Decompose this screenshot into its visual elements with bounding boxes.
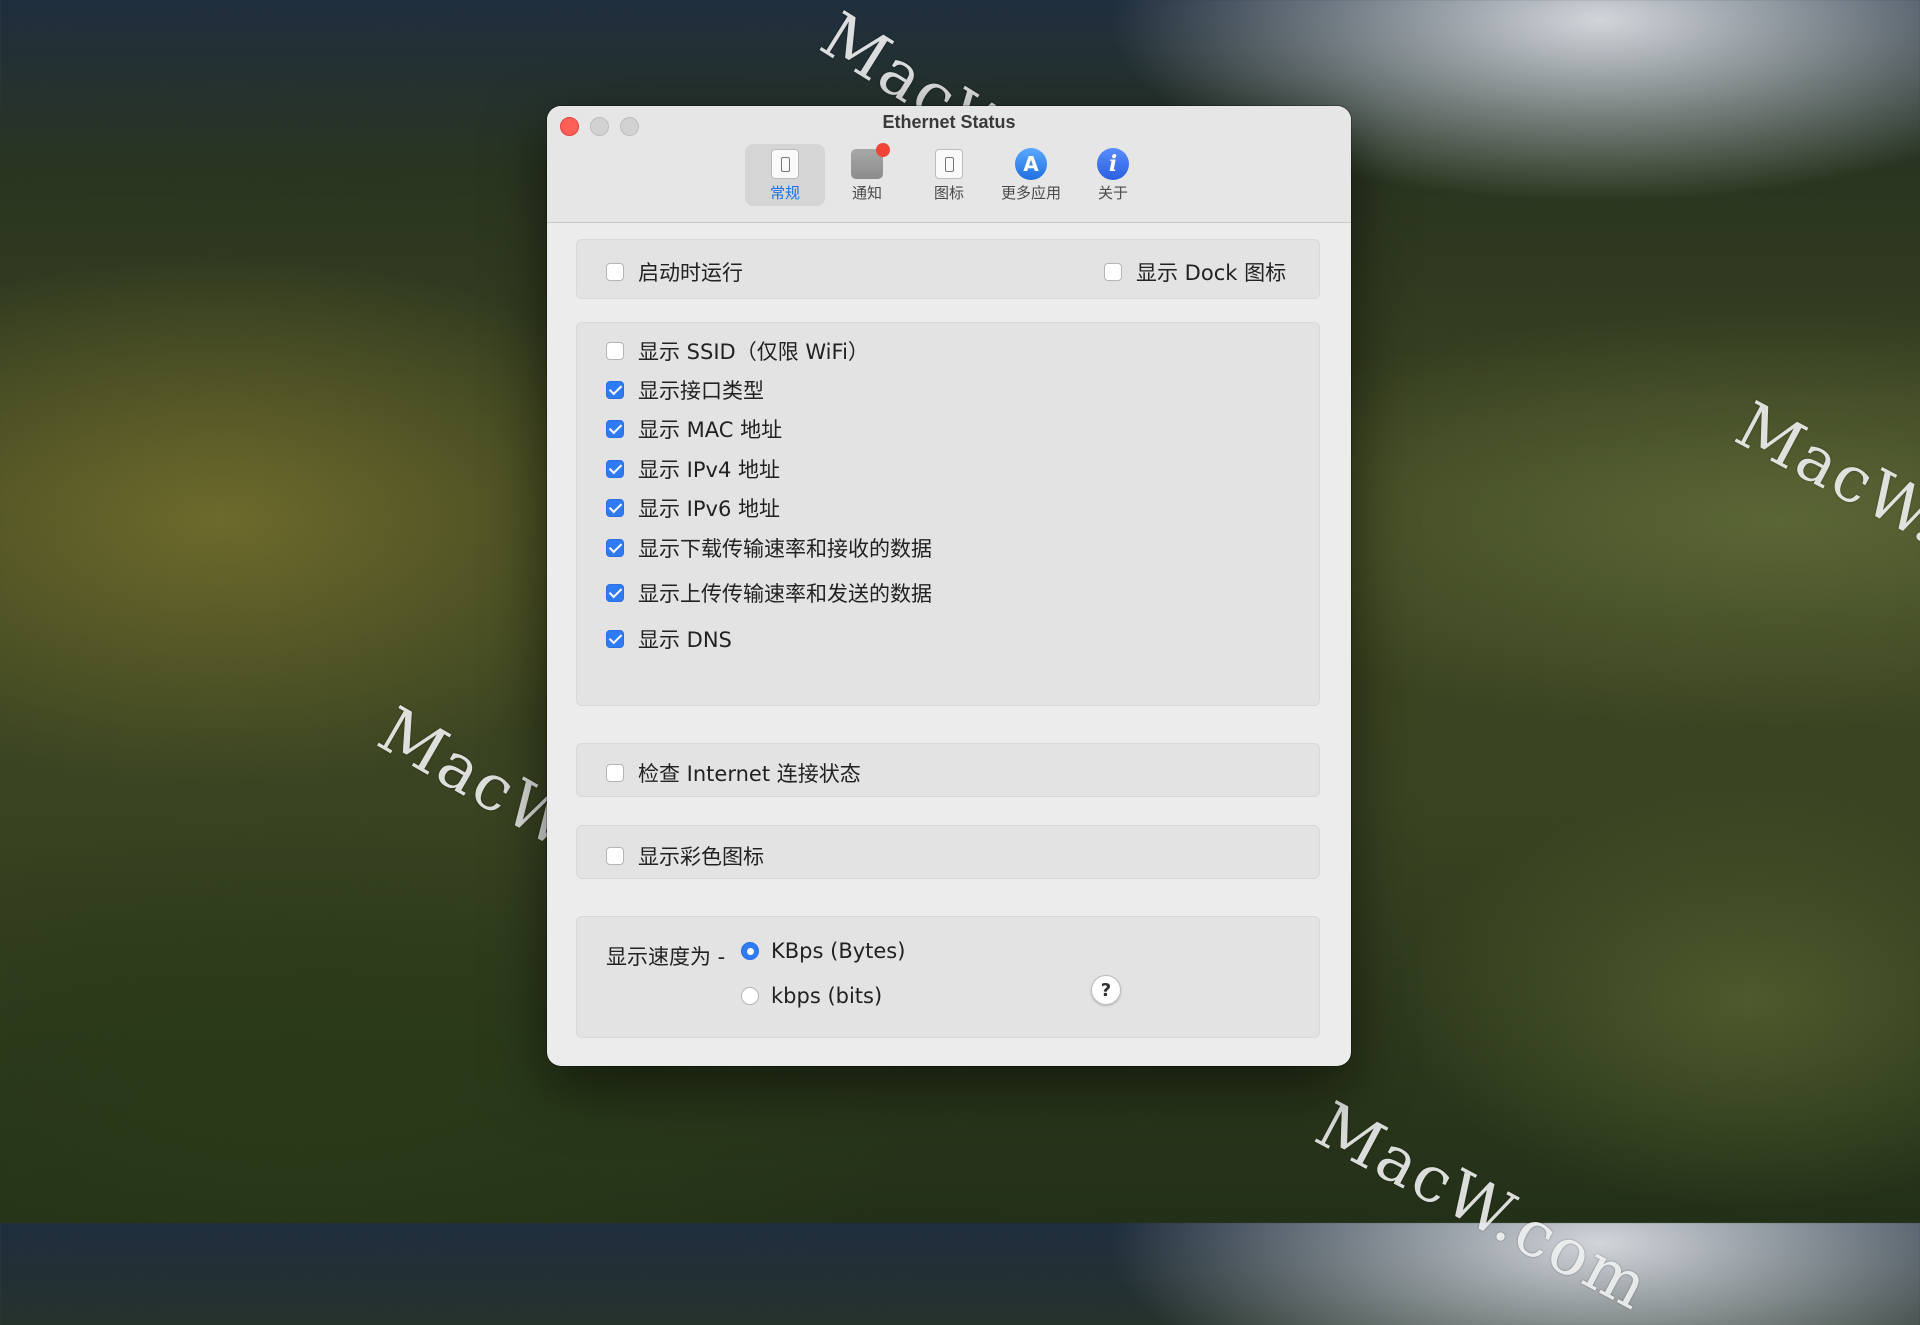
checkbox-label: 显示 IPv4 地址 <box>638 458 780 482</box>
show-interface-type-checkbox[interactable]: 显示接口类型 <box>606 375 764 405</box>
tab-label: 常规 <box>769 184 800 202</box>
checkbox[interactable] <box>606 381 624 399</box>
checkbox-label: 启动时运行 <box>638 261 743 285</box>
radio[interactable] <box>741 987 759 1005</box>
show-mac-address-checkbox[interactable]: 显示 MAC 地址 <box>606 414 782 444</box>
checkbox[interactable] <box>606 584 624 602</box>
launch-at-login-checkbox[interactable]: 启动时运行 <box>606 257 743 287</box>
internet-check-group: 检查 Internet 连接状态 <box>576 743 1320 797</box>
title-bar: Ethernet Status 常规 通知 图标 A 更多应用 i 关于 <box>547 106 1351 223</box>
preferences-toolbar: 常规 通知 图标 A 更多应用 i 关于 <box>547 143 1351 206</box>
show-color-icon-checkbox[interactable]: 显示彩色图标 <box>606 841 764 871</box>
checkbox[interactable] <box>1104 263 1122 281</box>
speed-unit-label: 显示速度为 - <box>606 945 726 969</box>
checkbox-label: 显示彩色图标 <box>638 845 764 869</box>
window-title: Ethernet Status <box>882 112 1016 132</box>
tab-label: 通知 <box>851 184 882 202</box>
speed-kbps-bytes-radio[interactable]: KBps (Bytes) <box>741 939 905 963</box>
tab-label: 更多应用 <box>1000 184 1061 202</box>
checkbox-label: 显示 DNS <box>638 628 732 652</box>
color-icon-group: 显示彩色图标 <box>576 825 1320 879</box>
checkbox-label: 显示接口类型 <box>638 379 764 403</box>
show-ipv4-checkbox[interactable]: 显示 IPv4 地址 <box>606 454 780 484</box>
show-upload-rate-checkbox[interactable]: 显示上传传输速率和发送的数据 <box>606 578 932 608</box>
radio[interactable] <box>741 942 759 960</box>
tab-label: 关于 <box>1097 184 1128 202</box>
check-internet-checkbox[interactable]: 检查 Internet 连接状态 <box>606 758 861 788</box>
checkbox-label: 显示 Dock 图标 <box>1136 261 1287 285</box>
tab-more-apps[interactable]: A 更多应用 <box>991 144 1071 206</box>
tab-general[interactable]: 常规 <box>745 144 825 206</box>
checkbox-label: 检查 Internet 连接状态 <box>638 762 861 786</box>
startup-group: 启动时运行 显示 Dock 图标 <box>576 239 1320 299</box>
info-icon: i <box>1097 148 1129 180</box>
notification-icon <box>851 143 890 179</box>
show-dock-icon-checkbox[interactable]: 显示 Dock 图标 <box>1104 257 1286 287</box>
help-button[interactable]: ? <box>1091 975 1121 1005</box>
tab-about[interactable]: i 关于 <box>1073 144 1153 206</box>
notification-badge <box>876 143 890 157</box>
checkbox[interactable] <box>606 499 624 517</box>
checkbox[interactable] <box>606 460 624 478</box>
show-download-rate-checkbox[interactable]: 显示下载传输速率和接收的数据 <box>606 533 932 563</box>
tab-notifications[interactable]: 通知 <box>827 143 907 206</box>
watermark: MacW.com <box>1724 388 1920 626</box>
tab-label: 图标 <box>933 184 964 202</box>
checkbox[interactable] <box>606 342 624 360</box>
checkbox[interactable] <box>606 764 624 782</box>
speed-unit-group: 显示速度为 - KBps (Bytes) kbps (bits) ? <box>576 916 1320 1038</box>
checkbox[interactable] <box>606 630 624 648</box>
checkbox-label: 显示 MAC 地址 <box>638 418 783 442</box>
checkbox[interactable] <box>606 539 624 557</box>
checkbox[interactable] <box>606 420 624 438</box>
switch-icon <box>935 149 963 179</box>
preferences-window: Ethernet Status 常规 通知 图标 A 更多应用 i 关于 启动时… <box>547 106 1351 1066</box>
radio-label: KBps (Bytes) <box>771 939 906 963</box>
switch-icon <box>771 149 799 179</box>
show-ipv6-checkbox[interactable]: 显示 IPv6 地址 <box>606 493 780 523</box>
display-options-group: 显示 SSID（仅限 WiFi） 显示接口类型 显示 MAC 地址 显示 IPv… <box>576 322 1320 706</box>
show-dns-checkbox[interactable]: 显示 DNS <box>606 624 732 654</box>
app-store-icon: A <box>1015 148 1047 180</box>
speed-kbps-bits-radio[interactable]: kbps (bits) <box>741 984 882 1008</box>
radio-label: kbps (bits) <box>771 984 883 1008</box>
checkbox[interactable] <box>606 263 624 281</box>
show-ssid-checkbox[interactable]: 显示 SSID（仅限 WiFi） <box>606 336 869 366</box>
checkbox-label: 显示 SSID（仅限 WiFi） <box>638 340 869 364</box>
checkbox-label: 显示 IPv6 地址 <box>638 497 780 521</box>
checkbox[interactable] <box>606 847 624 865</box>
watermark: MacW.com <box>1304 1088 1662 1325</box>
checkbox-label: 显示下载传输速率和接收的数据 <box>638 537 932 561</box>
tab-icon[interactable]: 图标 <box>909 144 989 206</box>
checkbox-label: 显示上传传输速率和发送的数据 <box>638 582 932 606</box>
